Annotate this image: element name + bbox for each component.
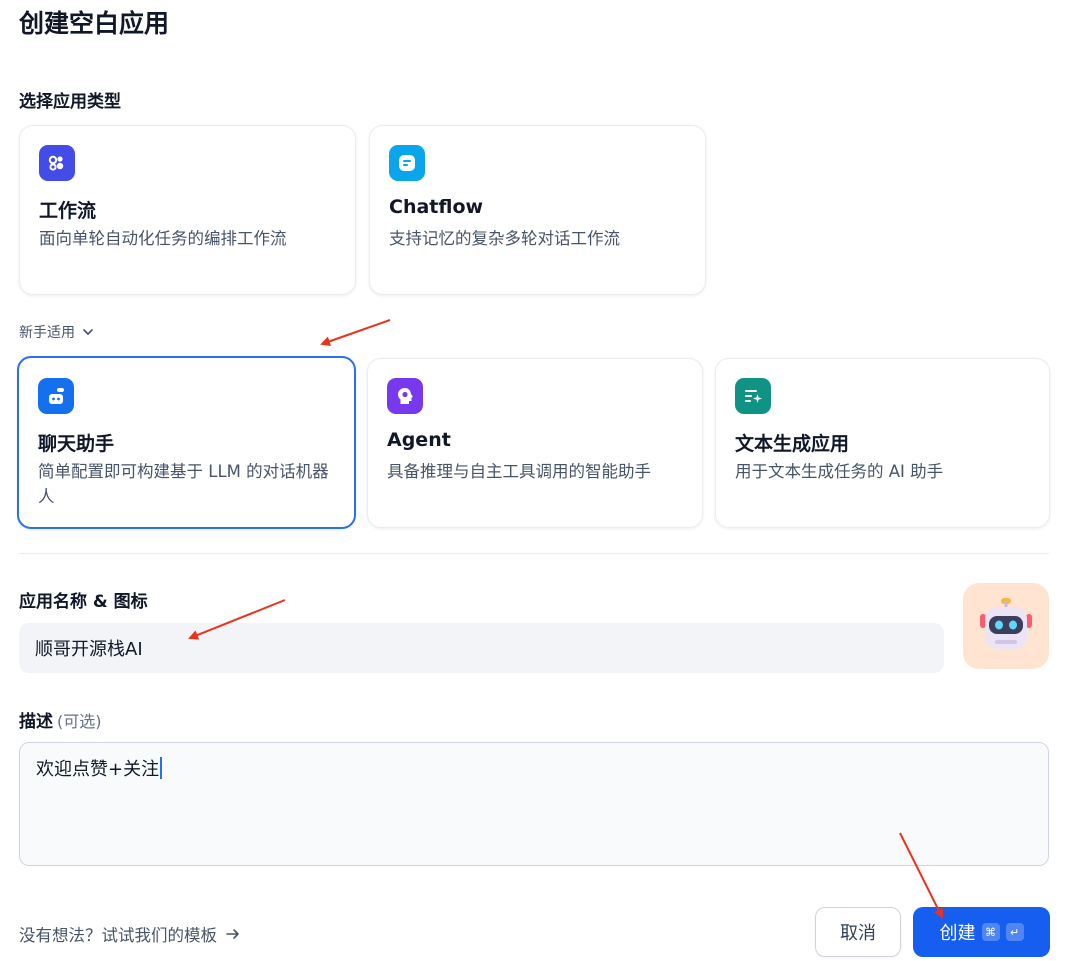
annotation-arrow xyxy=(320,319,391,347)
text-caret xyxy=(160,757,163,779)
card-title: 工作流 xyxy=(39,200,97,222)
cmd-key-icon: ⌘ xyxy=(981,923,1000,941)
beginner-toggle[interactable]: 新手适用 xyxy=(19,322,95,342)
app-name-label: 应用名称 & 图标 xyxy=(19,592,148,612)
cancel-button[interactable]: 取消 xyxy=(815,907,901,957)
app-name-input[interactable] xyxy=(19,623,944,673)
page-title: 创建空白应用 xyxy=(19,9,170,38)
card-title: Agent xyxy=(387,429,451,451)
card-description: 具备推理与自主工具调用的智能助手 xyxy=(387,462,651,481)
template-link[interactable]: 没有想法？试试我们的模板 xyxy=(19,922,241,946)
app-type-card-workflow[interactable]: 工作流 面向单轮自动化任务的编排工作流 xyxy=(19,125,356,295)
card-description: 支持记忆的复杂多轮对话工作流 xyxy=(389,229,620,248)
app-type-card-text-generation[interactable]: 文本生成应用 用于文本生成任务的 AI 助手 xyxy=(715,358,1050,528)
create-button-label: 创建 xyxy=(939,923,976,944)
card-title: Chatflow xyxy=(389,196,484,218)
description-text: 欢迎点赞+关注 xyxy=(36,759,160,780)
card-description: 简单配置即可构建基于 LLM 的对话机器人 xyxy=(38,462,329,506)
chat-assistant-icon xyxy=(38,378,74,414)
optional-hint: (可选) xyxy=(57,712,102,731)
create-button[interactable]: 创建 ⌘ ↵ xyxy=(913,907,1050,957)
app-type-card-chat-assistant[interactable]: 聊天助手 简单配置即可构建基于 LLM 的对话机器人 xyxy=(17,356,356,529)
chevron-down-icon xyxy=(83,329,93,335)
description-textarea[interactable]: 欢迎点赞+关注 xyxy=(19,742,1049,866)
enter-key-icon: ↵ xyxy=(1005,923,1024,941)
description-label: 描述 (可选) xyxy=(19,707,102,732)
robot-avatar-icon xyxy=(980,598,1032,649)
card-description: 用于文本生成任务的 AI 助手 xyxy=(735,462,944,481)
text-generation-icon xyxy=(735,378,771,414)
agent-icon xyxy=(387,378,423,414)
card-title: 文本生成应用 xyxy=(735,433,850,455)
beginner-toggle-label: 新手适用 xyxy=(19,325,75,341)
app-type-card-chatflow[interactable]: Chatflow 支持记忆的复杂多轮对话工作流 xyxy=(369,125,706,295)
divider xyxy=(19,553,1049,554)
description-label-text: 描述 xyxy=(19,712,53,732)
card-title: 聊天助手 xyxy=(38,433,115,455)
chatflow-icon xyxy=(389,145,425,181)
workflow-icon xyxy=(39,145,75,181)
app-type-card-agent[interactable]: Agent 具备推理与自主工具调用的智能助手 xyxy=(367,358,703,528)
card-description: 面向单轮自动化任务的编排工作流 xyxy=(39,229,287,248)
template-link-text: 没有想法？试试我们的模板 xyxy=(19,926,217,945)
app-type-label: 选择应用类型 xyxy=(19,92,121,112)
app-icon-picker[interactable] xyxy=(963,583,1049,669)
arrow-right-icon xyxy=(226,929,239,939)
